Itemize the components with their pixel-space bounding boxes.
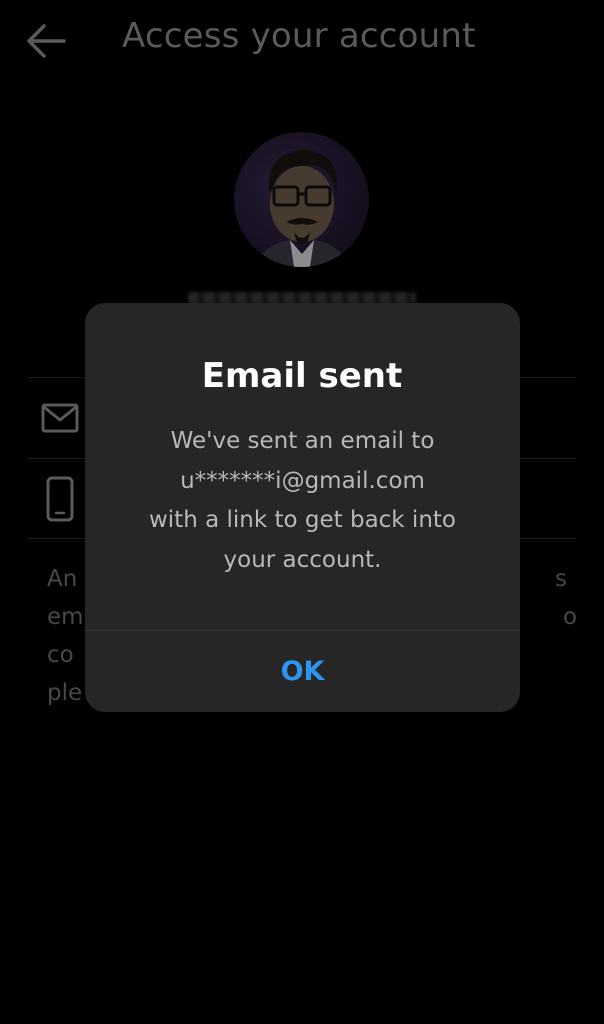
dialog-message-line: your account. bbox=[223, 546, 382, 573]
ok-button[interactable]: OK bbox=[85, 631, 520, 711]
screen: Access your account An em co ple s o Ema… bbox=[0, 0, 604, 1024]
dialog-message-line: with a link to get back into bbox=[148, 507, 456, 533]
dialog-title: Email sent bbox=[201, 356, 403, 396]
dialog-message: We've sent an email to u*******i@gmail.c… bbox=[85, 422, 520, 580]
dialog-message-line: u*******i@gmail.com bbox=[180, 467, 425, 494]
dialog-message-line: We've sent an email to bbox=[170, 428, 435, 454]
